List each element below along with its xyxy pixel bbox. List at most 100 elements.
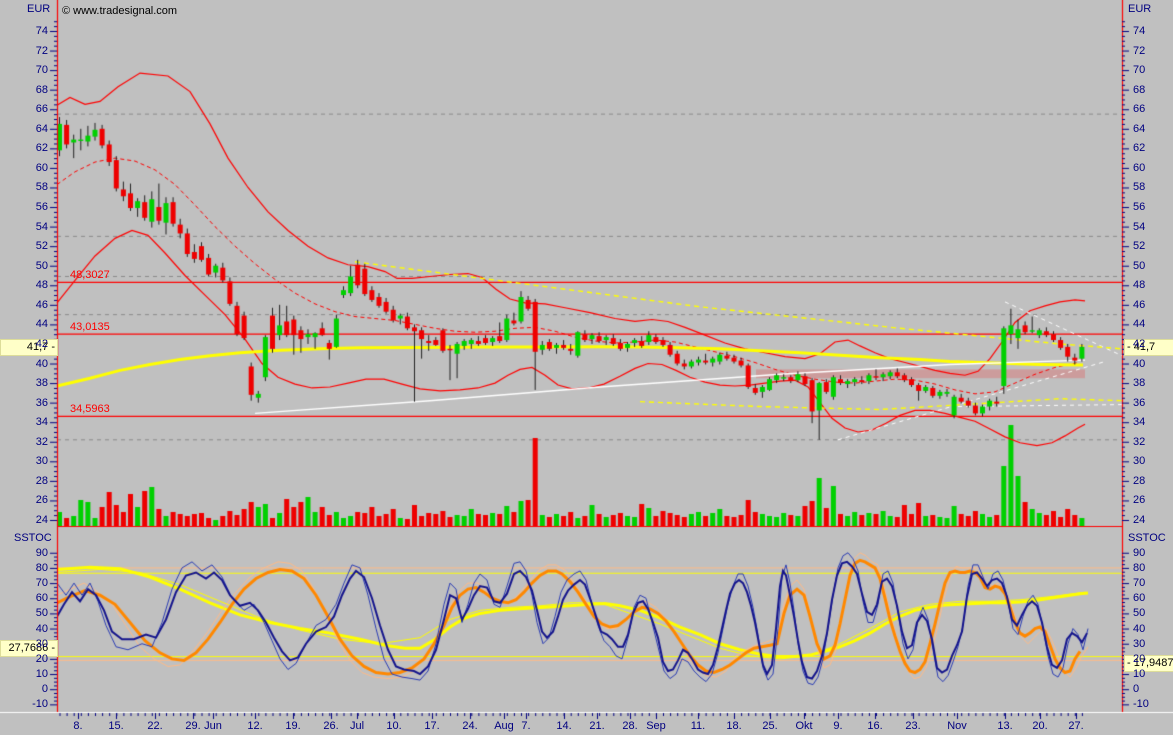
price-tick-label-right: 42 <box>1133 338 1145 350</box>
date-tick-label: 8. <box>66 720 90 732</box>
price-tick-label-right: 50 <box>1133 260 1145 272</box>
sstoc-tick-label-right: 40 <box>1133 623 1145 635</box>
sstoc-label-right: SSTOC <box>1128 532 1166 544</box>
currency-label-left: EUR <box>27 3 50 15</box>
price-tick-label-right: 52 <box>1133 240 1145 252</box>
price-tick-label-right: 36 <box>1133 397 1145 409</box>
sstoc-tick-label-right: 60 <box>1133 592 1145 604</box>
price-tick-label-left: 38 <box>0 377 48 389</box>
price-tick-label-left: 50 <box>0 260 48 272</box>
sstoc-tick-label-left: 70 <box>0 577 48 589</box>
sstoc-tick-label-right: 10 <box>1133 668 1145 680</box>
price-tick-label-right: 48 <box>1133 279 1145 291</box>
price-tick-label-right: 26 <box>1133 494 1145 506</box>
price-tick-label-left: 36 <box>0 397 48 409</box>
price-tick-label-right: 28 <box>1133 475 1145 487</box>
date-tick-label: 17. <box>420 720 444 732</box>
sstoc-tick-label-right: 0 <box>1133 683 1139 695</box>
price-tick-label-left: 46 <box>0 299 48 311</box>
price-tick-label-left: 28 <box>0 475 48 487</box>
price-tick-label-right: 46 <box>1133 299 1145 311</box>
price-tick-label-left: 48 <box>0 279 48 291</box>
trading-chart-window: EUR EUR © www.tradesignal.com 48,3027 43… <box>0 0 1173 735</box>
price-tick-label-right: 66 <box>1133 103 1145 115</box>
sstoc-value-tag-right: - 17,9487 <box>1124 655 1173 672</box>
hline-label-1: 48,3027 <box>70 269 110 281</box>
sstoc-label-left: SSTOC <box>14 532 52 544</box>
date-tick-label: Aug <box>492 720 516 732</box>
price-tick-label-right: 70 <box>1133 64 1145 76</box>
price-tick-label-right: 40 <box>1133 358 1145 370</box>
sstoc-tick-label-left: 20 <box>0 653 48 665</box>
sstoc-tick-label-right: 70 <box>1133 577 1145 589</box>
price-tick-label-left: 26 <box>0 494 48 506</box>
hline-label-2: 43,0135 <box>70 321 110 333</box>
date-tick-label: 25. <box>758 720 782 732</box>
price-tick-label-left: 60 <box>0 162 48 174</box>
sstoc-tick-label-left: 50 <box>0 607 48 619</box>
sstoc-tick-label-right: 30 <box>1133 638 1145 650</box>
date-tick-label: 15. <box>104 720 128 732</box>
sstoc-tick-label-right: -10 <box>1133 698 1149 710</box>
date-tick-label: 23. <box>901 720 925 732</box>
currency-label-right: EUR <box>1128 3 1151 15</box>
sstoc-tick-label-left: 30 <box>0 638 48 650</box>
date-tick-label: Jul <box>345 720 369 732</box>
date-tick-label: 21. <box>585 720 609 732</box>
price-tick-label-left: 30 <box>0 455 48 467</box>
sstoc-tick-label-left: 0 <box>0 683 48 695</box>
date-tick-label: 12. <box>243 720 267 732</box>
price-tick-label-right: 64 <box>1133 123 1145 135</box>
sstoc-tick-label-left: 80 <box>0 562 48 574</box>
price-tick-label-right: 32 <box>1133 436 1145 448</box>
sstoc-tick-label-right: 90 <box>1133 547 1145 559</box>
price-tick-label-left: 70 <box>0 64 48 76</box>
price-tick-label-right: 38 <box>1133 377 1145 389</box>
date-tick-label: 24. <box>458 720 482 732</box>
price-tick-label-left: 58 <box>0 181 48 193</box>
price-tick-label-right: 58 <box>1133 181 1145 193</box>
price-tick-label-left: 54 <box>0 221 48 233</box>
copyright-label: © www.tradesignal.com <box>62 5 177 17</box>
date-tick-label: 20. <box>1028 720 1052 732</box>
price-tick-label-left: 72 <box>0 45 48 57</box>
price-tick-label-right: 74 <box>1133 25 1145 37</box>
date-tick-label: Sep <box>644 720 668 732</box>
price-tick-label-left: 56 <box>0 201 48 213</box>
sstoc-tick-label-right: 80 <box>1133 562 1145 574</box>
price-tick-label-right: 54 <box>1133 221 1145 233</box>
date-tick-label: 26. <box>319 720 343 732</box>
date-tick-label: 18. <box>722 720 746 732</box>
date-tick-label: Nov <box>945 720 969 732</box>
price-tick-label-left: 66 <box>0 103 48 115</box>
price-tick-label-right: 44 <box>1133 318 1145 330</box>
price-tick-label-right: 34 <box>1133 416 1145 428</box>
price-tick-label-left: 74 <box>0 25 48 37</box>
sstoc-tick-label-left: 60 <box>0 592 48 604</box>
sstoc-tick-label-right: 20 <box>1133 653 1145 665</box>
price-tick-label-left: 40 <box>0 358 48 370</box>
chart-canvas[interactable] <box>0 0 1173 735</box>
date-tick-label: 27. <box>1064 720 1088 732</box>
price-tick-label-right: 56 <box>1133 201 1145 213</box>
price-tick-label-right: 72 <box>1133 45 1145 57</box>
date-tick-label: 11. <box>686 720 710 732</box>
date-tick-label: 10. <box>382 720 406 732</box>
price-tick-label-left: 24 <box>0 514 48 526</box>
hline-label-3: 34,5963 <box>70 403 110 415</box>
date-tick-label: 13. <box>993 720 1017 732</box>
sstoc-tick-label-left: 90 <box>0 547 48 559</box>
price-tick-label-left: 64 <box>0 123 48 135</box>
date-tick-label: 9. <box>826 720 850 732</box>
date-tick-label: 7. <box>514 720 538 732</box>
sstoc-tick-label-left: 10 <box>0 668 48 680</box>
price-tick-label-right: 24 <box>1133 514 1145 526</box>
date-tick-label: 14. <box>552 720 576 732</box>
price-tick-label-left: 42 <box>0 338 48 350</box>
price-tick-label-right: 60 <box>1133 162 1145 174</box>
price-tick-label-right: 62 <box>1133 142 1145 154</box>
price-tick-label-left: 32 <box>0 436 48 448</box>
last-price-tag-right: - 41,7 <box>1124 339 1173 356</box>
price-tick-label-left: 34 <box>0 416 48 428</box>
price-tick-label-left: 62 <box>0 142 48 154</box>
